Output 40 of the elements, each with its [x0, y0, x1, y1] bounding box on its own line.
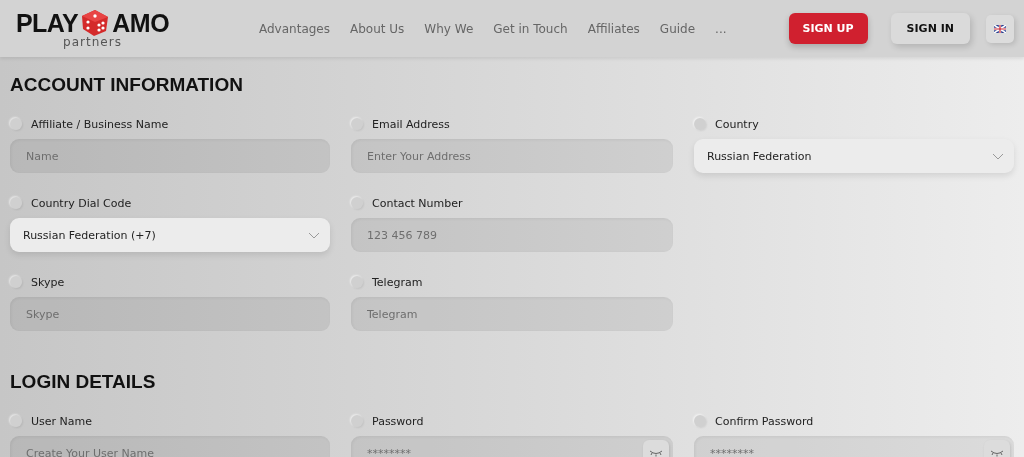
select-field[interactable]: Russian Federation (+7): [10, 218, 330, 252]
nav-link[interactable]: Get in Touch: [493, 21, 568, 36]
field-label: Confirm Password: [715, 414, 814, 428]
flag-icon[interactable]: [986, 14, 1014, 43]
bullet-icon: [351, 276, 363, 288]
nav-link[interactable]: Affiliates: [587, 21, 640, 36]
sign-in-button[interactable]: SIGN IN: [890, 13, 970, 44]
bullet-icon: [351, 415, 363, 427]
section-heading: ACCOUNT INFORMATION: [10, 73, 244, 97]
bullet-icon: [694, 415, 706, 427]
chevron-down-icon: [992, 152, 1004, 160]
section-heading: LOGIN DETAILS: [10, 370, 157, 394]
field-label: Affiliate / Business Name: [31, 117, 169, 131]
field-label: Contact Number: [372, 196, 463, 210]
bullet-icon: [10, 197, 22, 209]
field-label: Telegram: [372, 275, 423, 289]
field-label: Country: [715, 117, 759, 131]
field-label: Password: [372, 414, 424, 428]
field-label: Email Address: [372, 117, 450, 131]
dice-icon: [80, 9, 111, 37]
bullet-icon: [351, 118, 363, 130]
logo-tagline: partners: [63, 34, 122, 49]
bullet-icon: [694, 118, 706, 130]
bullet-icon: [351, 197, 363, 209]
bullet-icon: [10, 118, 22, 130]
nav-link[interactable]: About Us: [350, 21, 405, 36]
logo-text: PLAY: [15, 8, 79, 37]
sign-up-button[interactable]: SIGN UP: [788, 13, 868, 44]
select-field[interactable]: Russian Federation: [694, 139, 1014, 173]
logo-text: AMO: [112, 8, 170, 37]
field-label: Country Dial Code: [31, 196, 132, 210]
nav-link[interactable]: ...: [715, 21, 727, 36]
nav-link[interactable]: Why We: [424, 21, 474, 36]
chevron-down-icon: [308, 231, 320, 239]
nav-link[interactable]: Guide: [659, 21, 696, 36]
field-label: User Name: [31, 414, 93, 428]
field-label: Skype: [31, 275, 65, 289]
nav-link[interactable]: Advantages: [259, 21, 330, 36]
bullet-icon: [10, 415, 22, 427]
bullet-icon: [10, 276, 22, 288]
